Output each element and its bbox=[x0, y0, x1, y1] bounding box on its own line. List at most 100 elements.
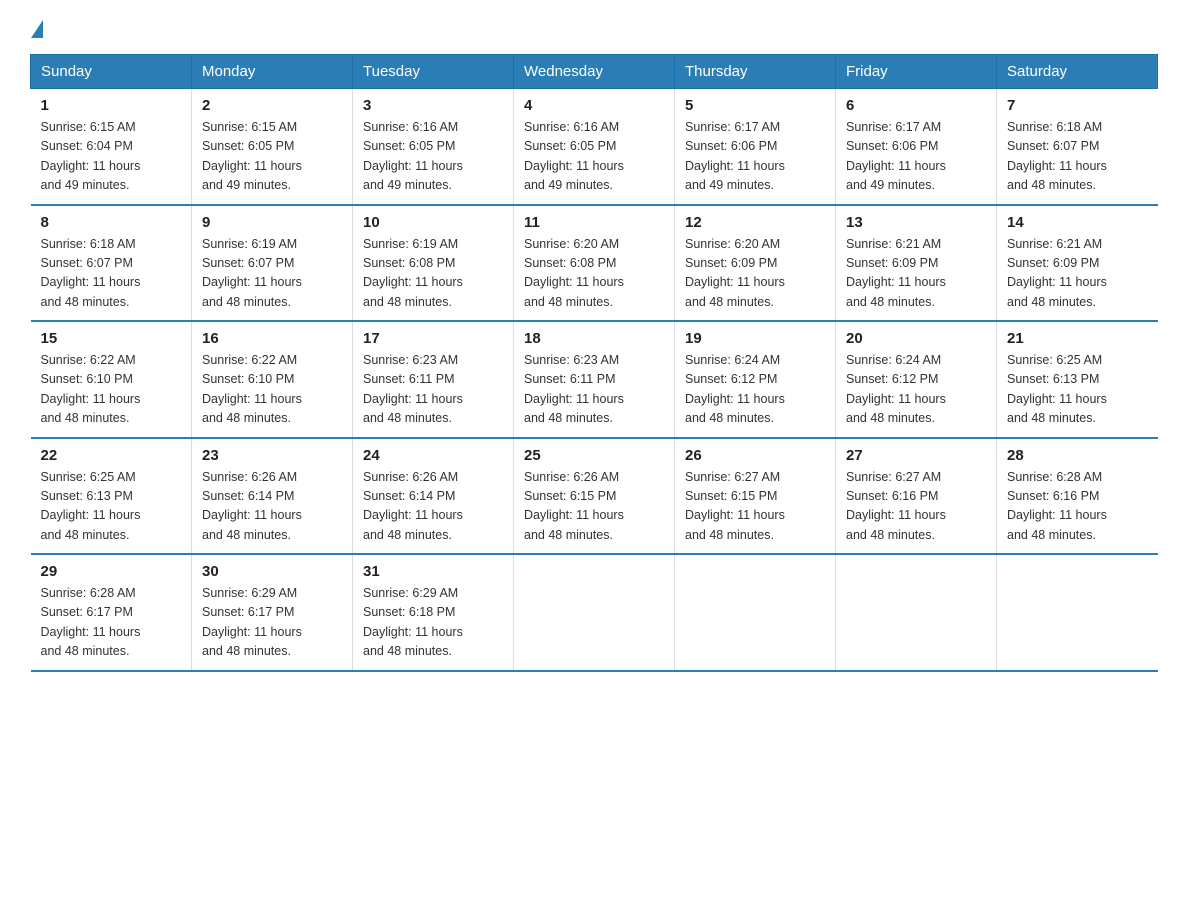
day-info: Sunrise: 6:17 AM Sunset: 6:06 PM Dayligh… bbox=[685, 118, 825, 196]
calendar-cell: 15 Sunrise: 6:22 AM Sunset: 6:10 PM Dayl… bbox=[31, 321, 192, 438]
calendar-cell: 17 Sunrise: 6:23 AM Sunset: 6:11 PM Dayl… bbox=[353, 321, 514, 438]
day-info: Sunrise: 6:19 AM Sunset: 6:08 PM Dayligh… bbox=[363, 235, 503, 313]
day-number: 26 bbox=[685, 447, 825, 464]
logo-arrow-icon bbox=[31, 20, 43, 38]
calendar-cell: 14 Sunrise: 6:21 AM Sunset: 6:09 PM Dayl… bbox=[997, 205, 1158, 322]
day-info: Sunrise: 6:21 AM Sunset: 6:09 PM Dayligh… bbox=[846, 235, 986, 313]
day-number: 18 bbox=[524, 330, 664, 347]
day-info: Sunrise: 6:29 AM Sunset: 6:17 PM Dayligh… bbox=[202, 584, 342, 662]
day-number: 10 bbox=[363, 214, 503, 231]
day-number: 15 bbox=[41, 330, 182, 347]
day-number: 2 bbox=[202, 97, 342, 114]
calendar-cell: 13 Sunrise: 6:21 AM Sunset: 6:09 PM Dayl… bbox=[836, 205, 997, 322]
day-number: 7 bbox=[1007, 97, 1148, 114]
weekday-header-thursday: Thursday bbox=[675, 55, 836, 89]
day-number: 16 bbox=[202, 330, 342, 347]
calendar-cell: 18 Sunrise: 6:23 AM Sunset: 6:11 PM Dayl… bbox=[514, 321, 675, 438]
calendar-cell: 30 Sunrise: 6:29 AM Sunset: 6:17 PM Dayl… bbox=[192, 554, 353, 671]
day-info: Sunrise: 6:26 AM Sunset: 6:14 PM Dayligh… bbox=[363, 468, 503, 546]
day-info: Sunrise: 6:26 AM Sunset: 6:14 PM Dayligh… bbox=[202, 468, 342, 546]
calendar-cell: 3 Sunrise: 6:16 AM Sunset: 6:05 PM Dayli… bbox=[353, 89, 514, 205]
day-info: Sunrise: 6:18 AM Sunset: 6:07 PM Dayligh… bbox=[1007, 118, 1148, 196]
calendar-table: SundayMondayTuesdayWednesdayThursdayFrid… bbox=[30, 54, 1158, 672]
calendar-body: 1 Sunrise: 6:15 AM Sunset: 6:04 PM Dayli… bbox=[31, 89, 1158, 671]
weekday-header-tuesday: Tuesday bbox=[353, 55, 514, 89]
calendar-cell: 4 Sunrise: 6:16 AM Sunset: 6:05 PM Dayli… bbox=[514, 89, 675, 205]
day-number: 4 bbox=[524, 97, 664, 114]
day-info: Sunrise: 6:17 AM Sunset: 6:06 PM Dayligh… bbox=[846, 118, 986, 196]
day-number: 30 bbox=[202, 563, 342, 580]
calendar-cell: 26 Sunrise: 6:27 AM Sunset: 6:15 PM Dayl… bbox=[675, 438, 836, 555]
calendar-cell: 11 Sunrise: 6:20 AM Sunset: 6:08 PM Dayl… bbox=[514, 205, 675, 322]
calendar-cell: 31 Sunrise: 6:29 AM Sunset: 6:18 PM Dayl… bbox=[353, 554, 514, 671]
day-number: 21 bbox=[1007, 330, 1148, 347]
day-number: 24 bbox=[363, 447, 503, 464]
day-number: 22 bbox=[41, 447, 182, 464]
weekday-row: SundayMondayTuesdayWednesdayThursdayFrid… bbox=[31, 55, 1158, 89]
day-number: 11 bbox=[524, 214, 664, 231]
day-number: 19 bbox=[685, 330, 825, 347]
day-info: Sunrise: 6:18 AM Sunset: 6:07 PM Dayligh… bbox=[41, 235, 182, 313]
day-info: Sunrise: 6:21 AM Sunset: 6:09 PM Dayligh… bbox=[1007, 235, 1148, 313]
day-number: 6 bbox=[846, 97, 986, 114]
day-number: 23 bbox=[202, 447, 342, 464]
calendar-cell: 7 Sunrise: 6:18 AM Sunset: 6:07 PM Dayli… bbox=[997, 89, 1158, 205]
day-info: Sunrise: 6:24 AM Sunset: 6:12 PM Dayligh… bbox=[846, 351, 986, 429]
day-number: 9 bbox=[202, 214, 342, 231]
logo bbox=[30, 20, 43, 36]
day-info: Sunrise: 6:27 AM Sunset: 6:15 PM Dayligh… bbox=[685, 468, 825, 546]
calendar-cell: 23 Sunrise: 6:26 AM Sunset: 6:14 PM Dayl… bbox=[192, 438, 353, 555]
day-info: Sunrise: 6:29 AM Sunset: 6:18 PM Dayligh… bbox=[363, 584, 503, 662]
weekday-header-friday: Friday bbox=[836, 55, 997, 89]
day-info: Sunrise: 6:15 AM Sunset: 6:05 PM Dayligh… bbox=[202, 118, 342, 196]
day-info: Sunrise: 6:23 AM Sunset: 6:11 PM Dayligh… bbox=[524, 351, 664, 429]
day-number: 25 bbox=[524, 447, 664, 464]
calendar-cell bbox=[675, 554, 836, 671]
calendar-cell: 8 Sunrise: 6:18 AM Sunset: 6:07 PM Dayli… bbox=[31, 205, 192, 322]
day-number: 8 bbox=[41, 214, 182, 231]
calendar-week-2: 8 Sunrise: 6:18 AM Sunset: 6:07 PM Dayli… bbox=[31, 205, 1158, 322]
day-number: 5 bbox=[685, 97, 825, 114]
day-info: Sunrise: 6:28 AM Sunset: 6:16 PM Dayligh… bbox=[1007, 468, 1148, 546]
day-info: Sunrise: 6:25 AM Sunset: 6:13 PM Dayligh… bbox=[41, 468, 182, 546]
day-number: 13 bbox=[846, 214, 986, 231]
day-info: Sunrise: 6:27 AM Sunset: 6:16 PM Dayligh… bbox=[846, 468, 986, 546]
day-number: 28 bbox=[1007, 447, 1148, 464]
day-info: Sunrise: 6:20 AM Sunset: 6:09 PM Dayligh… bbox=[685, 235, 825, 313]
day-info: Sunrise: 6:15 AM Sunset: 6:04 PM Dayligh… bbox=[41, 118, 182, 196]
day-info: Sunrise: 6:23 AM Sunset: 6:11 PM Dayligh… bbox=[363, 351, 503, 429]
day-number: 3 bbox=[363, 97, 503, 114]
calendar-cell: 29 Sunrise: 6:28 AM Sunset: 6:17 PM Dayl… bbox=[31, 554, 192, 671]
calendar-cell: 5 Sunrise: 6:17 AM Sunset: 6:06 PM Dayli… bbox=[675, 89, 836, 205]
calendar-cell: 19 Sunrise: 6:24 AM Sunset: 6:12 PM Dayl… bbox=[675, 321, 836, 438]
page-header bbox=[30, 20, 1158, 36]
calendar-cell: 12 Sunrise: 6:20 AM Sunset: 6:09 PM Dayl… bbox=[675, 205, 836, 322]
day-number: 12 bbox=[685, 214, 825, 231]
day-number: 14 bbox=[1007, 214, 1148, 231]
calendar-cell: 21 Sunrise: 6:25 AM Sunset: 6:13 PM Dayl… bbox=[997, 321, 1158, 438]
day-info: Sunrise: 6:24 AM Sunset: 6:12 PM Dayligh… bbox=[685, 351, 825, 429]
calendar-week-3: 15 Sunrise: 6:22 AM Sunset: 6:10 PM Dayl… bbox=[31, 321, 1158, 438]
calendar-cell bbox=[514, 554, 675, 671]
day-info: Sunrise: 6:28 AM Sunset: 6:17 PM Dayligh… bbox=[41, 584, 182, 662]
calendar-cell: 6 Sunrise: 6:17 AM Sunset: 6:06 PM Dayli… bbox=[836, 89, 997, 205]
day-number: 1 bbox=[41, 97, 182, 114]
calendar-week-1: 1 Sunrise: 6:15 AM Sunset: 6:04 PM Dayli… bbox=[31, 89, 1158, 205]
calendar-week-5: 29 Sunrise: 6:28 AM Sunset: 6:17 PM Dayl… bbox=[31, 554, 1158, 671]
calendar-cell: 27 Sunrise: 6:27 AM Sunset: 6:16 PM Dayl… bbox=[836, 438, 997, 555]
calendar-cell: 20 Sunrise: 6:24 AM Sunset: 6:12 PM Dayl… bbox=[836, 321, 997, 438]
calendar-cell: 25 Sunrise: 6:26 AM Sunset: 6:15 PM Dayl… bbox=[514, 438, 675, 555]
day-number: 27 bbox=[846, 447, 986, 464]
calendar-week-4: 22 Sunrise: 6:25 AM Sunset: 6:13 PM Dayl… bbox=[31, 438, 1158, 555]
day-info: Sunrise: 6:20 AM Sunset: 6:08 PM Dayligh… bbox=[524, 235, 664, 313]
calendar-cell: 24 Sunrise: 6:26 AM Sunset: 6:14 PM Dayl… bbox=[353, 438, 514, 555]
day-info: Sunrise: 6:16 AM Sunset: 6:05 PM Dayligh… bbox=[363, 118, 503, 196]
day-info: Sunrise: 6:19 AM Sunset: 6:07 PM Dayligh… bbox=[202, 235, 342, 313]
day-info: Sunrise: 6:26 AM Sunset: 6:15 PM Dayligh… bbox=[524, 468, 664, 546]
calendar-header: SundayMondayTuesdayWednesdayThursdayFrid… bbox=[31, 55, 1158, 89]
day-number: 29 bbox=[41, 563, 182, 580]
calendar-cell: 22 Sunrise: 6:25 AM Sunset: 6:13 PM Dayl… bbox=[31, 438, 192, 555]
weekday-header-sunday: Sunday bbox=[31, 55, 192, 89]
day-info: Sunrise: 6:22 AM Sunset: 6:10 PM Dayligh… bbox=[202, 351, 342, 429]
weekday-header-saturday: Saturday bbox=[997, 55, 1158, 89]
